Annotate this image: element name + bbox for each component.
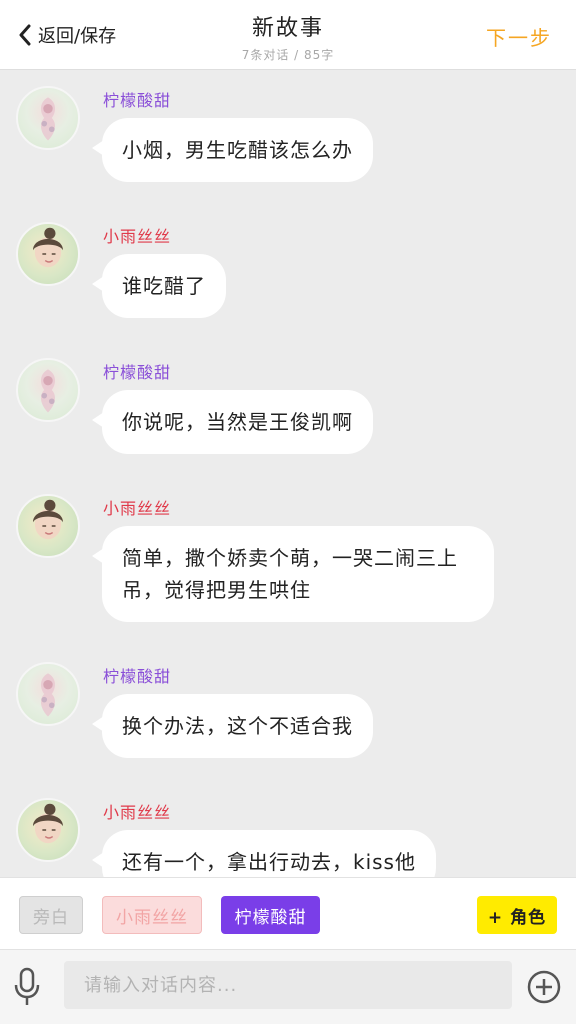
- sender-name: 小雨丝丝: [103, 227, 172, 246]
- input-bar: [0, 949, 576, 1024]
- role-chip-narration[interactable]: 旁白: [19, 896, 83, 934]
- avatar[interactable]: [16, 358, 80, 422]
- sender-name: 小雨丝丝: [103, 499, 172, 518]
- sender-name: 小雨丝丝: [103, 803, 172, 822]
- chat-list: 柠檬酸甜 小烟，男生吃醋该怎么办 小雨丝丝 谁吃醋了 柠檬酸甜 你说呢，当然是王…: [0, 71, 576, 877]
- message-bubble[interactable]: 你说呢，当然是王俊凯啊: [92, 390, 373, 454]
- app-screen: 返回/保存 新故事 7条对话 / 85字 下一步 柠檬酸甜 小烟，男生吃醋该怎么…: [0, 0, 576, 1024]
- sender-name: 柠檬酸甜: [103, 363, 172, 382]
- plus-circle-icon[interactable]: [526, 969, 562, 1005]
- next-step-button[interactable]: 下一步: [486, 22, 552, 51]
- dialogue-input[interactable]: [64, 961, 512, 1009]
- microphone-icon[interactable]: [12, 966, 42, 1008]
- top-bar: 返回/保存 新故事 7条对话 / 85字 下一步: [0, 0, 576, 70]
- role-chip-lemon[interactable]: 柠檬酸甜: [221, 896, 320, 934]
- add-role-button[interactable]: + 角色: [477, 896, 557, 934]
- avatar[interactable]: [16, 222, 80, 286]
- avatar[interactable]: [16, 798, 80, 862]
- message-bubble[interactable]: 换个办法，这个不适合我: [92, 694, 373, 758]
- message-bubble[interactable]: 谁吃醋了: [92, 254, 226, 318]
- avatar[interactable]: [16, 494, 80, 558]
- sender-name: 柠檬酸甜: [103, 667, 172, 686]
- role-selector-bar: 旁白 小雨丝丝 柠檬酸甜 + 角色: [0, 877, 576, 949]
- message-bubble[interactable]: 小烟，男生吃醋该怎么办: [92, 118, 373, 182]
- sender-name: 柠檬酸甜: [103, 91, 172, 110]
- avatar[interactable]: [16, 662, 80, 726]
- role-chip-xiaoyu[interactable]: 小雨丝丝: [102, 896, 202, 934]
- message-bubble[interactable]: 还有一个，拿出行动去，kiss他: [92, 830, 436, 877]
- avatar[interactable]: [16, 86, 80, 150]
- message-bubble[interactable]: 简单，撒个娇卖个萌，一哭二闹三上吊，觉得把男生哄住: [92, 526, 494, 622]
